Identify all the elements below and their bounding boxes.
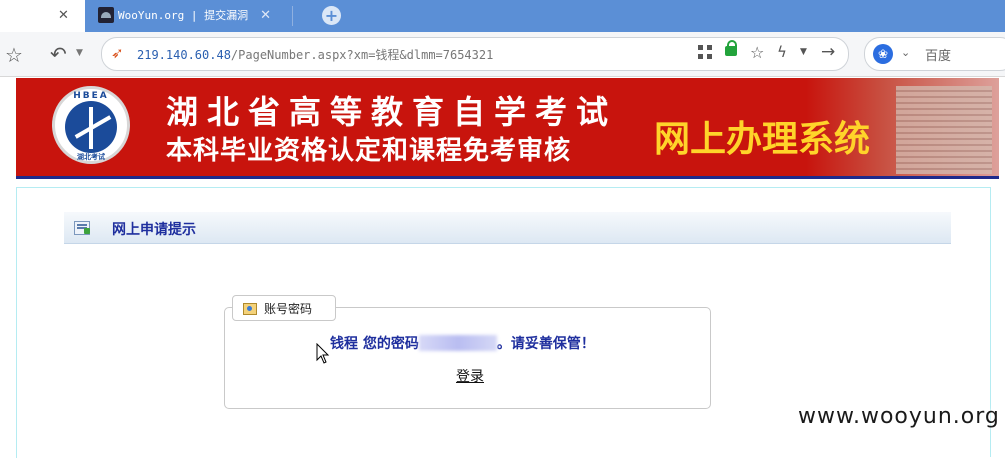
- login-link[interactable]: 登录: [456, 366, 484, 386]
- qr-code-icon[interactable]: [698, 45, 712, 59]
- bolt-icon[interactable]: ϟ: [777, 43, 787, 61]
- search-engine-label[interactable]: 百度: [925, 45, 951, 64]
- section-title: 网上申请提示: [112, 222, 196, 238]
- tab-separator: [292, 6, 293, 26]
- url-host: 219.140.60.48: [137, 48, 231, 62]
- browser-toolbar: ☆ ↶ ▼ ➶ 219.140.60.48/PageNumber.aspx?xm…: [0, 32, 1005, 77]
- banner-title-line1: 湖北省高等教育自学考试: [166, 93, 618, 131]
- browser-tab-strip: ✕ WooYun.org | 提交漏洞 ✕ +: [0, 0, 1005, 32]
- search-box[interactable]: ❀ ⌄ 百度: [864, 37, 1005, 71]
- logo-subtitle: 湖北考试: [77, 153, 105, 161]
- url-text[interactable]: 219.140.60.48/PageNumber.aspx?xm=钱程&dlmm…: [137, 46, 493, 63]
- message-prefix: 您的密码: [358, 336, 419, 352]
- hbea-logo: HBEA 湖北考试: [52, 86, 130, 164]
- rocket-icon: ➶: [111, 44, 124, 62]
- chevron-down-icon[interactable]: ▼: [800, 47, 807, 57]
- legend-label: 账号密码: [264, 302, 313, 316]
- baidu-paw-icon[interactable]: ❀: [873, 44, 893, 64]
- wooyun-favicon-icon: [98, 7, 114, 23]
- undo-icon[interactable]: ↶: [50, 42, 67, 66]
- redacted-password: [418, 335, 497, 351]
- tab-active[interactable]: ✕: [0, 0, 85, 32]
- star-icon[interactable]: ☆: [750, 43, 764, 62]
- go-arrow-icon[interactable]: →: [821, 42, 835, 62]
- banner-system-name: 网上办理系统: [654, 119, 871, 160]
- close-tab-icon[interactable]: ✕: [58, 8, 69, 23]
- chevron-down-icon[interactable]: ▼: [76, 48, 83, 58]
- password-message: 钱程 您的密码 。请妥善保管！: [330, 333, 595, 353]
- tab-label: WooYun.org | 提交漏洞: [118, 9, 249, 22]
- panel-legend: 账号密码: [232, 295, 336, 321]
- site-banner: HBEA 湖北考试 湖北省高等教育自学考试 本科毕业资格认定和课程免考审核 网上…: [16, 78, 999, 176]
- id-card-icon: [243, 303, 257, 315]
- banner-divider: [16, 176, 999, 179]
- lock-icon[interactable]: [725, 40, 737, 56]
- form-icon: [74, 221, 90, 235]
- user-name: 钱程: [330, 336, 358, 352]
- globe-icon: [65, 101, 117, 153]
- new-tab-icon[interactable]: +: [322, 6, 341, 25]
- wooyun-watermark: www.wooyun.org: [798, 404, 1000, 429]
- account-password-panel: [224, 307, 711, 409]
- section-header: 网上申请提示: [64, 212, 951, 244]
- favorite-star-icon[interactable]: ☆: [5, 43, 23, 67]
- message-suffix: 。请妥善保管！: [496, 336, 595, 352]
- logo-abbr: HBEA: [73, 91, 109, 101]
- url-path: /PageNumber.aspx?xm=钱程&dlmm=7654321: [230, 48, 494, 62]
- close-tab-icon[interactable]: ✕: [260, 8, 271, 23]
- address-bar[interactable]: ➶ 219.140.60.48/PageNumber.aspx?xm=钱程&dl…: [101, 37, 849, 71]
- tab-wooyun[interactable]: WooYun.org | 提交漏洞 ✕: [98, 5, 271, 25]
- banner-title-line2: 本科毕业资格认定和课程免考审核: [166, 136, 572, 166]
- chevron-down-icon[interactable]: ⌄: [901, 46, 910, 59]
